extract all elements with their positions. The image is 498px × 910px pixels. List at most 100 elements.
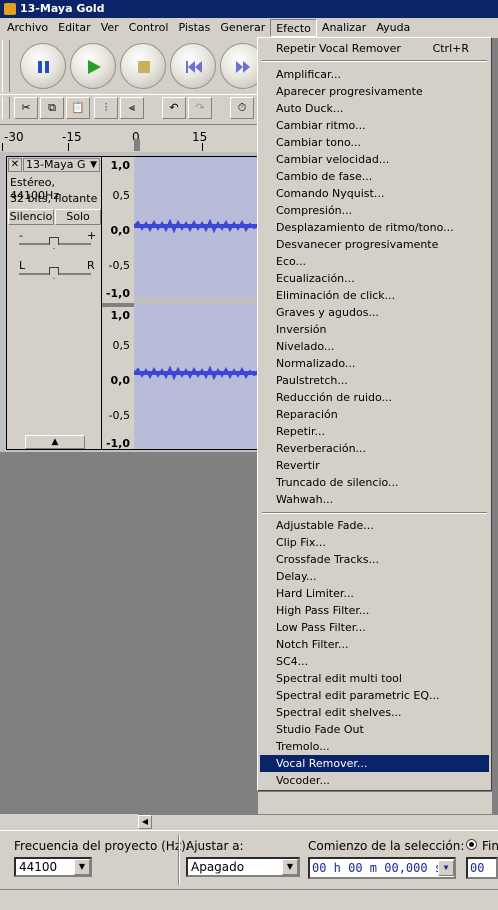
close-track-button[interactable]: ✕ [8,158,22,172]
menu-item-effect[interactable]: Desvanecer progresivamente [260,236,489,253]
menu-item-effect[interactable]: Comando Nyquist... [260,185,489,202]
sync-lock-button[interactable]: ⏱ [230,97,254,119]
menu-item-repeat-last-effect[interactable]: Repetir Vocal Remover Ctrl+R [260,40,489,57]
menu-item-effect[interactable]: Reducción de ruido... [260,389,489,406]
track-name-menu[interactable]: 13-Maya G ▼ [23,158,100,172]
menu-editar[interactable]: Editar [53,19,96,37]
menu-ayuda[interactable]: Ayuda [371,19,415,37]
chevron-down-icon: ▼ [282,859,298,875]
undo-button[interactable]: ↶ [162,97,186,119]
waveform-left [134,219,258,233]
menu-item-effect[interactable]: Cambio de fase... [260,168,489,185]
menu-item-effect[interactable]: Clip Fix... [260,534,489,551]
menu-efecto[interactable]: Efecto [270,19,317,37]
selection-toolbar: Frecuencia del proyecto (Hz): 44100 ▼ Aj… [0,830,498,910]
mute-button[interactable]: Silencio [8,209,54,225]
menu-item-effect[interactable]: SC4... [260,653,489,670]
menu-item-effect[interactable]: Normalizado... [260,355,489,372]
menu-item-effect[interactable]: Compresión... [260,202,489,219]
play-head-marker[interactable] [134,139,140,151]
selection-start-time[interactable]: 00 h 00 m 00,000 s ▼ [308,857,456,879]
menu-item-effect[interactable]: Cambiar ritmo... [260,117,489,134]
silence-button[interactable]: ⫷ [120,97,144,119]
copy-button[interactable]: ⧉ [40,97,64,119]
scroll-left-button[interactable]: ◀ [138,815,152,829]
menu-item-effect[interactable]: Nivelado... [260,338,489,355]
gain-minus-label: - [19,229,23,242]
project-rate-select[interactable]: 44100 ▼ [14,857,92,877]
menu-pistas[interactable]: Pistas [173,19,215,37]
solo-button[interactable]: Solo [55,209,101,225]
timeline-ruler[interactable]: -30 -15 0 15 [0,124,258,152]
edit-toolbar-grip[interactable] [2,97,10,119]
radio-dot [469,842,474,847]
menu-item-effect[interactable]: Desplazamiento de ritmo/tono... [260,219,489,236]
stop-button[interactable] [120,43,166,89]
menu-item-effect[interactable]: Crossfade Tracks... [260,551,489,568]
menu-item-effect[interactable]: Reverberación... [260,440,489,457]
pause-button[interactable] [20,43,66,89]
menu-item-effect[interactable]: Studio Fade Out [260,721,489,738]
menu-item-effect[interactable]: Revertir [260,457,489,474]
menu-separator [262,60,487,62]
menu-item-effect[interactable]: Spectral edit multi tool [260,670,489,687]
pan-slider-thumb[interactable] [49,267,59,279]
menu-item-effect[interactable]: Eco... [260,253,489,270]
play-button[interactable] [70,43,116,89]
menu-item-effect[interactable]: Repetir... [260,423,489,440]
menu-archivo[interactable]: Archivo [2,19,53,37]
end-radio-button[interactable] [466,839,477,850]
track-bit-depth-info: 32 bits, flotante [10,192,98,205]
snap-select[interactable]: Apagado ▼ [186,857,300,877]
menu-item-effect[interactable]: Spectral edit shelves... [260,704,489,721]
trim-button[interactable]: ⫶ [94,97,118,119]
effect-dropdown-menu: Repetir Vocal Remover Ctrl+R Amplificar.… [257,37,492,791]
menu-item-effect[interactable]: Reparación [260,406,489,423]
menu-item-effect[interactable]: Graves y agudos... [260,304,489,321]
menu-item-effect[interactable]: Auto Duck... [260,100,489,117]
menu-item-effect[interactable]: Delay... [260,568,489,585]
menu-item-effect[interactable]: Tremolo... [260,738,489,755]
menu-item-effect[interactable]: Cambiar tono... [260,134,489,151]
menu-generar[interactable]: Generar [215,19,270,37]
menu-ver[interactable]: Ver [96,19,124,37]
menu-item-effect[interactable]: Adjustable Fade... [260,517,489,534]
menu-item-effect[interactable]: Hard Limiter... [260,585,489,602]
chevron-down-icon: ▼ [438,860,454,876]
menu-item-effect[interactable]: Truncado de silencio... [260,474,489,491]
menu-item-effect[interactable]: Aparecer progresivamente [260,83,489,100]
menu-item-effect[interactable]: Vocal Remover... [260,755,489,772]
toolbar-grip[interactable] [2,40,10,92]
gain-slider-thumb[interactable] [49,237,59,249]
menu-item-effect[interactable]: Paulstretch... [260,372,489,389]
menu-item-effect[interactable]: Cambiar velocidad... [260,151,489,168]
menu-item-effect[interactable]: Vocoder... [260,772,489,789]
collapse-track-button[interactable]: ▲ [25,435,85,449]
scale-label: -1,0 [105,287,130,300]
scale-label: 0,5 [112,189,131,202]
menu-item-effect[interactable]: Amplificar... [260,66,489,83]
menu-item-effect[interactable]: Notch Filter... [260,636,489,653]
menu-item-effect[interactable]: Ecualización... [260,270,489,287]
horizontal-scrollbar[interactable]: ◀ [138,814,498,830]
pause-icon [21,44,67,90]
menu-item-effect[interactable]: Wahwah... [260,491,489,508]
paste-button[interactable]: 📋 [66,97,90,119]
menu-item-effect[interactable]: Spectral edit parametric EQ... [260,687,489,704]
waveform-left-channel[interactable] [134,156,258,298]
menu-item-shortcut: Ctrl+R [432,42,469,55]
menu-control[interactable]: Control [124,19,174,37]
menu-item-effect[interactable]: Eliminación de click... [260,287,489,304]
waveform-right-channel[interactable] [134,304,258,450]
project-rate-value: 44100 [19,860,58,874]
skip-to-start-button[interactable] [170,43,216,89]
stop-icon [121,44,167,90]
selection-end-time[interactable]: 00 h [466,857,498,879]
menu-item-effect[interactable]: Inversión [260,321,489,338]
cut-button[interactable]: ✂ [14,97,38,119]
menu-analizar[interactable]: Analizar [317,19,371,37]
menu-item-effect[interactable]: Low Pass Filter... [260,619,489,636]
redo-button[interactable]: ↷ [188,97,212,119]
empty-track-area [0,452,258,814]
menu-item-effect[interactable]: High Pass Filter... [260,602,489,619]
